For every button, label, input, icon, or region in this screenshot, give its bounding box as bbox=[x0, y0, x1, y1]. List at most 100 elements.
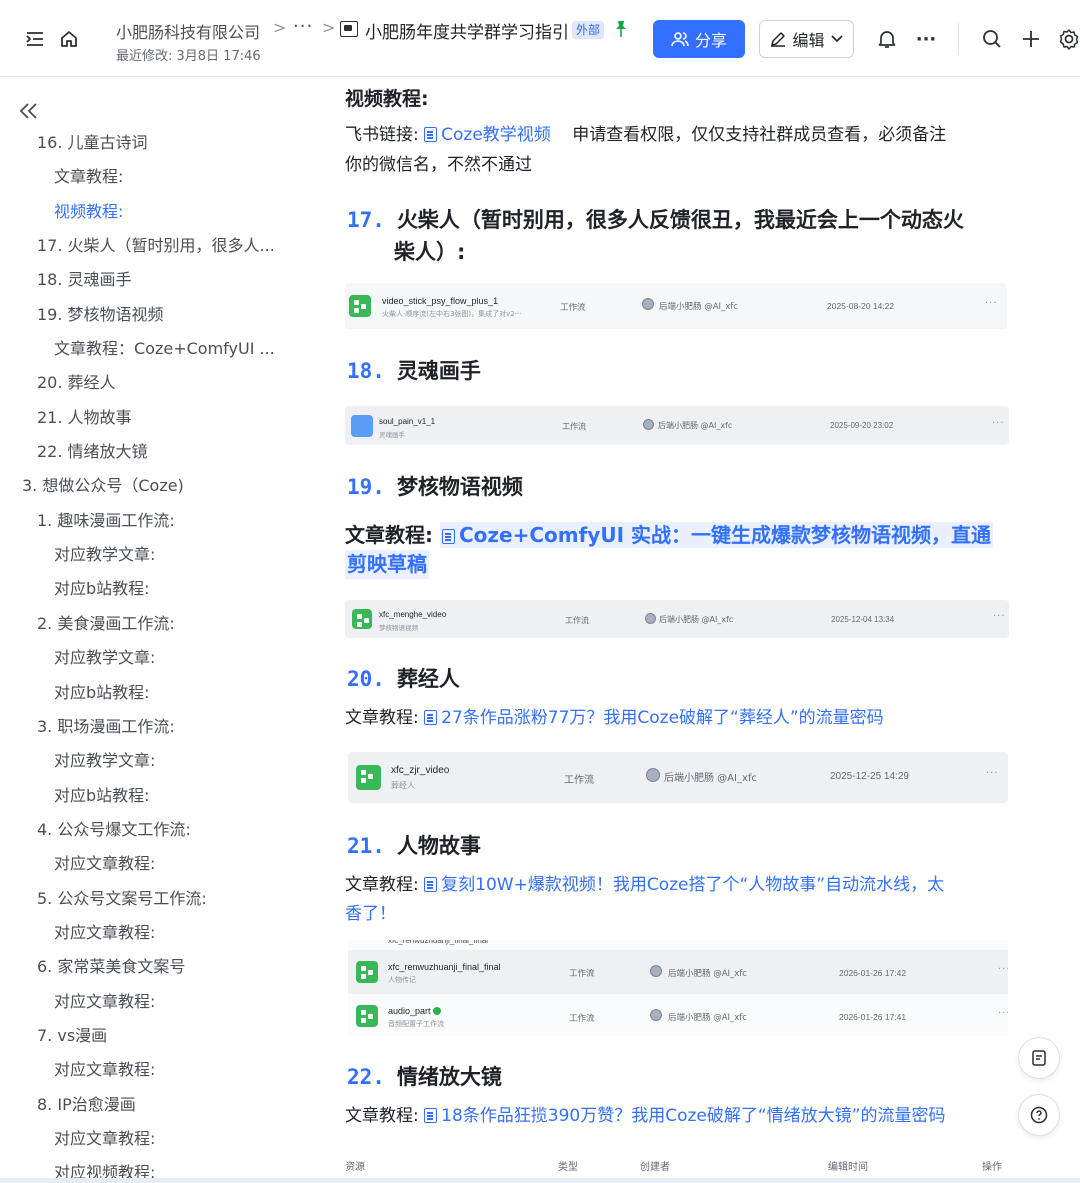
home-icon[interactable] bbox=[58, 28, 80, 50]
outline-item[interactable]: 3. 职场漫画工作流: bbox=[0, 710, 275, 744]
workflow-icon bbox=[356, 765, 381, 790]
workflow-icon bbox=[356, 1005, 378, 1027]
search-icon[interactable] bbox=[981, 28, 1003, 50]
workflow-more-icon[interactable]: ··· bbox=[998, 964, 1008, 975]
workflow-card[interactable]: soul_pain_v1_1 灵魂画手 工作流 后端小肥肠 @AI_xfc 20… bbox=[345, 406, 1009, 445]
section-title: 情绪放大镜 bbox=[396, 1065, 502, 1089]
workflow-edit-time: 2026-01-26 17:42 bbox=[839, 968, 907, 978]
workflow-card-group: xfc_renwuzhuanji_final_final xfc_renwuzh… bbox=[348, 940, 1008, 1036]
workflow-more-icon[interactable]: ··· bbox=[992, 418, 1005, 429]
share-button[interactable]: 分享 bbox=[653, 20, 745, 58]
section-number: 21. bbox=[347, 834, 385, 858]
outline-item[interactable]: 20. 葬经人 bbox=[0, 366, 275, 400]
outline-item[interactable]: 5. 公众号文案号工作流: bbox=[0, 882, 275, 916]
outline-item[interactable]: 4. 公众号爆文工作流: bbox=[0, 813, 275, 847]
outline-item[interactable]: 16. 儿童古诗词 bbox=[0, 126, 275, 160]
workflow-row[interactable]: xfc_renwuzhuanji_final_final 人物传记 工作流 后端… bbox=[348, 950, 1008, 994]
doc-link-icon bbox=[424, 1108, 438, 1123]
outline-item[interactable]: 3. 想做公众号（Coze) bbox=[0, 469, 275, 503]
collapse-sidebar-icon[interactable] bbox=[18, 100, 40, 122]
outline-item[interactable]: 7. vs漫画 bbox=[0, 1019, 275, 1053]
chevron-down-icon bbox=[830, 35, 843, 43]
col-type: 类型 bbox=[558, 1162, 578, 1173]
breadcrumb-company[interactable]: 小肥肠科技有限公司 bbox=[116, 19, 260, 43]
workflow-row[interactable]: audio_part 音频配置子工作流 工作流 后端小肥肠 @AI_xfc 20… bbox=[348, 995, 1008, 1036]
workflow-name: xfc_renwuzhuanji_final_final bbox=[388, 962, 501, 972]
s20-article-link[interactable]: 27条作品涨粉77万？我用Coze破解了“葬经人”的流量密码 bbox=[441, 708, 884, 728]
outline-item[interactable]: 对应文章教程: bbox=[0, 1122, 275, 1156]
video-tutorial-heading: 视频教程: bbox=[345, 88, 429, 110]
outline-item[interactable]: 21. 人物故事 bbox=[0, 401, 275, 435]
outline-item[interactable]: 对应视频教程: bbox=[0, 1156, 275, 1178]
outline-item[interactable]: 视频教程: bbox=[0, 195, 275, 229]
outline-item[interactable]: 对应教学文章: bbox=[0, 538, 275, 572]
outline-item[interactable]: 8. IP治愈漫画 bbox=[0, 1088, 275, 1122]
outline-item[interactable]: 对应文章教程: bbox=[0, 847, 275, 881]
feishu-link-line: 飞书链接: Coze教学视频 申请查看权限，仅仅支持社群成员查看，必须备注 bbox=[345, 120, 946, 150]
settings-gear-icon[interactable] bbox=[1058, 28, 1080, 50]
bell-icon[interactable] bbox=[876, 28, 898, 50]
outline-item[interactable]: 1. 趣味漫画工作流: bbox=[0, 504, 275, 538]
plus-icon[interactable] bbox=[1020, 28, 1042, 50]
outline-item[interactable]: 对应文章教程: bbox=[0, 1053, 275, 1087]
outline-item[interactable]: 对应教学文章: bbox=[0, 641, 275, 675]
workflow-more-icon[interactable]: ··· bbox=[986, 768, 999, 779]
workflow-more-icon[interactable]: ··· bbox=[998, 1008, 1008, 1019]
section-title: 梦核物语视频 bbox=[396, 475, 523, 499]
section-number: 20. bbox=[347, 667, 385, 691]
more-options-icon[interactable]: ··· bbox=[913, 28, 939, 50]
s21-article-link[interactable]: 复刻10W+爆款视频！我用Coze搭了个“人物故事”自动流水线，太 bbox=[441, 875, 944, 895]
workflow-edit-time: 2026-01-26 17:41 bbox=[839, 1012, 907, 1022]
section-21-heading: 21. 人物故事 bbox=[347, 830, 481, 862]
outline-item[interactable]: 对应文章教程: bbox=[0, 985, 275, 1019]
outline-item[interactable]: 文章教程: bbox=[0, 160, 275, 194]
outline-item[interactable]: 18. 灵魂画手 bbox=[0, 263, 275, 297]
feishu-video-link[interactable]: Coze教学视频 bbox=[441, 125, 551, 145]
doc-title[interactable]: 小肥肠年度共学群学习指引 bbox=[365, 18, 569, 43]
outline-item[interactable]: 6. 家常菜美食文案号 bbox=[0, 950, 275, 984]
bottom-edge bbox=[0, 1178, 1080, 1183]
top-bar: 小肥肠科技有限公司 最近修改: 3月8日 17:46 > ··· > 小肥肠年度… bbox=[0, 0, 1080, 77]
workflow-card[interactable]: xfc_menghe_video 梦核物语视频 工作流 后端小肥肠 @AI_xf… bbox=[345, 600, 1009, 638]
feishu-prefix: 飞书链接: bbox=[345, 125, 419, 145]
outline-item[interactable]: 19. 梦核物语视频 bbox=[0, 298, 275, 332]
outline-item[interactable]: 对应文章教程: bbox=[0, 916, 275, 950]
outline-toggle-icon[interactable] bbox=[24, 28, 46, 50]
s19-article-link[interactable]: Coze+ComfyUI 实战：一键生成爆款梦核物语视频，直通 bbox=[459, 523, 991, 547]
outline-item[interactable]: 对应b站教程: bbox=[0, 779, 275, 813]
help-button[interactable] bbox=[1018, 1094, 1060, 1136]
outline-item[interactable]: 对应b站教程: bbox=[0, 572, 275, 606]
outline-item[interactable]: 17. 火柴人（暂时别用，很多人... bbox=[0, 229, 275, 263]
breadcrumb-more[interactable]: ··· bbox=[293, 16, 313, 37]
comment-panel-button[interactable] bbox=[1018, 1037, 1060, 1079]
workflow-name: audio_part bbox=[388, 1006, 442, 1016]
section-22-heading: 22. 情绪放大镜 bbox=[347, 1061, 502, 1093]
s21-article-line: 文章教程: 复刻10W+爆款视频！我用Coze搭了个“人物故事”自动流水线，太 bbox=[345, 870, 944, 900]
workflow-icon bbox=[356, 961, 378, 983]
s21-article-link-cont[interactable]: 香了！ bbox=[345, 899, 396, 929]
pin-icon[interactable] bbox=[613, 20, 629, 38]
outline-item[interactable]: 2. 美食漫画工作流: bbox=[0, 607, 275, 641]
section-20-heading: 20. 葬经人 bbox=[347, 663, 460, 695]
workflow-card[interactable]: xfc_zjr_video 葬经人 工作流 后端小肥肠 @AI_xfc 2025… bbox=[348, 752, 1008, 803]
s22-article-link[interactable]: 18条作品狂揽390万赞？我用Coze破解了“情绪放大镜”的流量密码 bbox=[441, 1106, 945, 1126]
feishu-note-cont: 你的微信名，不然不通过 bbox=[345, 155, 532, 175]
workflow-card[interactable]: video_stick_psy_flow_plus_1 火柴人·顺序流(左中右3… bbox=[345, 283, 1007, 329]
workflow-edit-time: 2025-09-20 23:02 bbox=[830, 421, 894, 430]
col-resource: 资源 bbox=[345, 1162, 365, 1173]
edit-button[interactable]: 编辑 bbox=[759, 20, 854, 58]
outline-item[interactable]: 文章教程：Coze+ComfyUI ... bbox=[0, 332, 275, 366]
outline-item[interactable]: 对应教学文章: bbox=[0, 744, 275, 778]
workflow-type: 工作流 bbox=[569, 969, 595, 979]
workflow-more-icon[interactable]: ··· bbox=[993, 611, 1006, 622]
published-check-icon bbox=[433, 1007, 442, 1015]
workflow-name-text: audio_part bbox=[388, 1006, 431, 1016]
creator-avatar bbox=[642, 298, 654, 310]
workflow-more-icon[interactable]: ··· bbox=[985, 298, 998, 309]
outline-item[interactable]: 对应b站教程: bbox=[0, 676, 275, 710]
outline-item[interactable]: 22. 情绪放大镜 bbox=[0, 435, 275, 469]
s19-article-link-cont[interactable]: 剪映草稿 bbox=[345, 550, 429, 579]
divider bbox=[958, 23, 959, 55]
col-action: 操作 bbox=[982, 1162, 1002, 1173]
section-title: 人物故事 bbox=[396, 834, 481, 858]
